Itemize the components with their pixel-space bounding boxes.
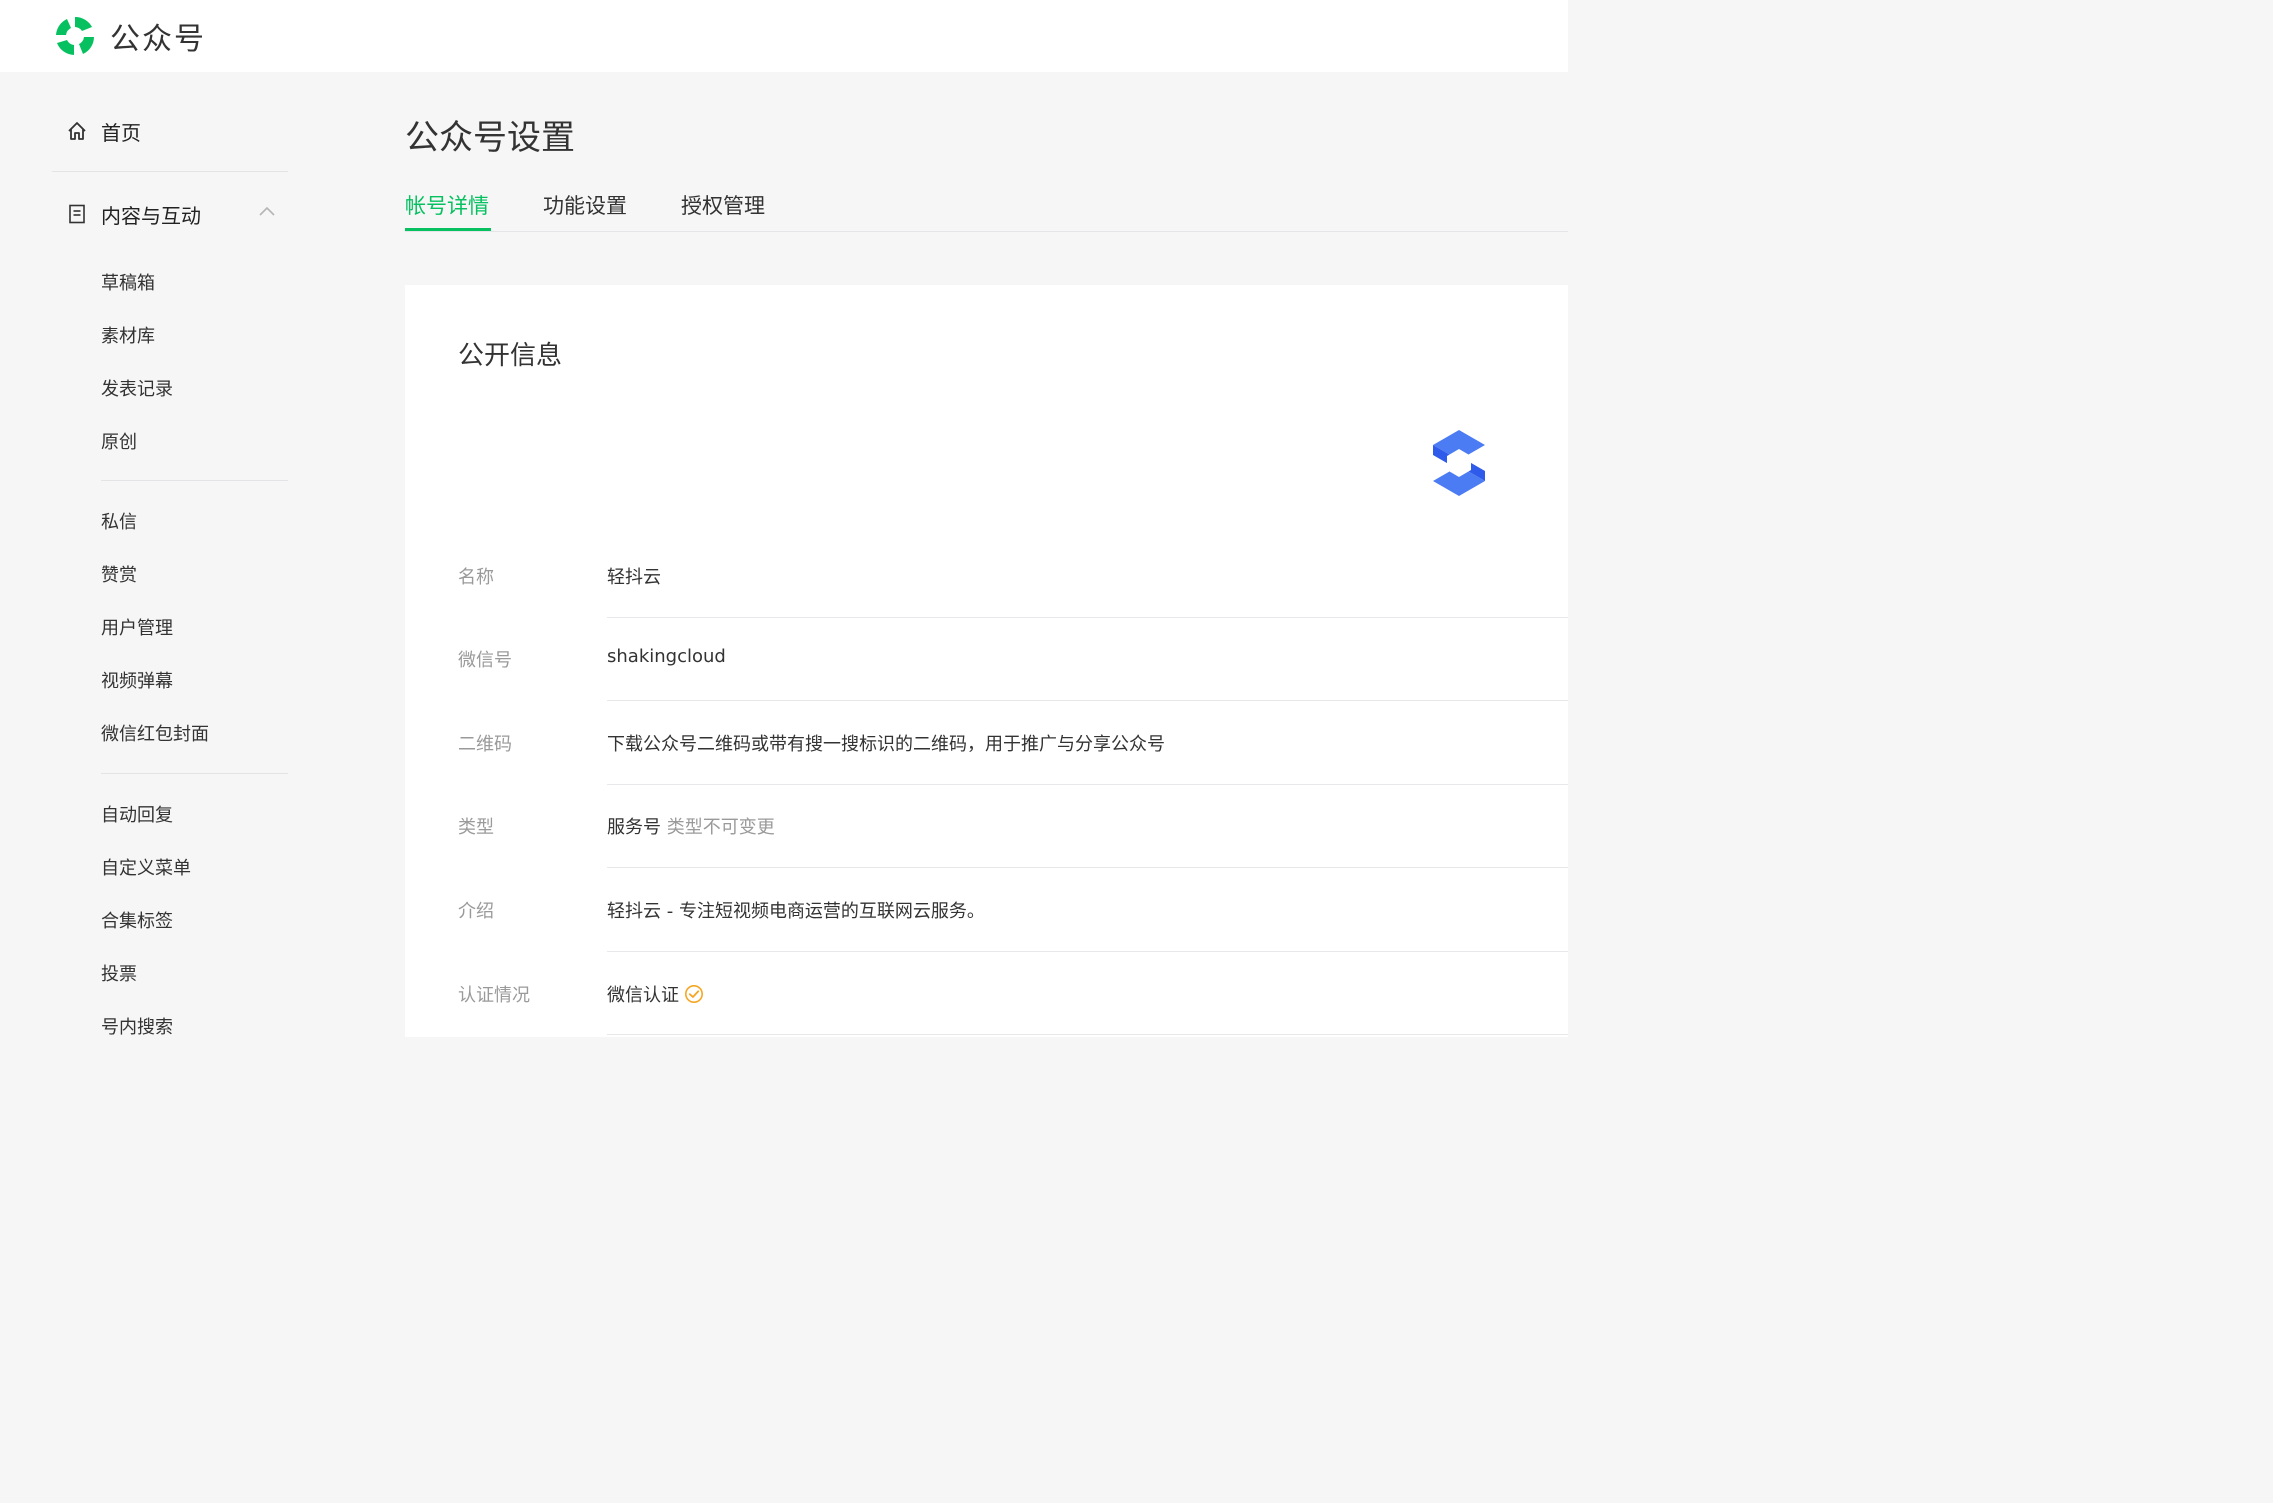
wechat-official-account-logo[interactable] (52, 13, 98, 59)
chevron-up-icon[interactable] (258, 205, 276, 217)
row-label-name: 名称 (458, 567, 494, 588)
top-bar: 公众号 (0, 0, 1568, 72)
tabs-divider (405, 231, 1568, 232)
sidebar-item-messages[interactable]: 私信 (101, 508, 137, 534)
row-divider (607, 784, 1568, 785)
row-divider (607, 617, 1568, 618)
row-label-type: 类型 (458, 817, 494, 838)
row-label-qrcode: 二维码 (458, 734, 512, 755)
sidebar-item-custom-menu[interactable]: 自定义菜单 (101, 854, 191, 880)
type-row: 服务号 类型不可变更 (607, 813, 775, 839)
public-info-card: 公开信息 名称 轻抖云 微信号 shakingcloud 二维码 下载公众号二维… (405, 285, 1568, 1037)
qrcode-description: 下载公众号二维码或带有搜一搜标识的二维码，用于推广与分享公众号 (607, 734, 1165, 755)
sidebar-item-home[interactable]: 首页 (66, 116, 141, 146)
type-note: 类型不可变更 (666, 817, 775, 838)
sidebar-item-drafts[interactable]: 草稿箱 (101, 269, 155, 295)
wechat-id-value: shakingcloud (607, 646, 726, 667)
tab-account-details[interactable]: 帐号详情 (405, 190, 489, 220)
sidebar-item-original[interactable]: 原创 (101, 428, 137, 454)
row-label-verification: 认证情况 (458, 985, 530, 1006)
sidebar-item-materials[interactable]: 素材库 (101, 322, 155, 348)
sidebar-item-user-management[interactable]: 用户管理 (101, 614, 173, 640)
sidebar-item-publish-records[interactable]: 发表记录 (101, 375, 173, 401)
account-name-value: 轻抖云 (607, 567, 661, 588)
tab-feature-settings[interactable]: 功能设置 (543, 190, 627, 220)
sidebar-item-collection-tags[interactable]: 合集标签 (101, 907, 173, 933)
sidebar-item-label: 首页 (101, 120, 141, 145)
verification-row: 微信认证 (607, 981, 704, 1007)
sidebar: 首页 内容与互动 草稿箱 素材库 发表记录 原创 私信 赞赏 用户管理 视频弹幕… (0, 72, 300, 1039)
sidebar-item-video-danmaku[interactable]: 视频弹幕 (101, 667, 173, 693)
row-divider (607, 1034, 1568, 1035)
sidebar-item-rewards[interactable]: 赞赏 (101, 561, 137, 587)
sidebar-group-label: 内容与互动 (101, 203, 201, 228)
sidebar-group-content[interactable]: 内容与互动 (66, 199, 201, 229)
section-title: 公开信息 (458, 341, 563, 371)
intro-value: 轻抖云 - 专注短视频电商运营的互联网云服务。 (607, 901, 985, 922)
sidebar-item-red-packet-cover[interactable]: 微信红包封面 (101, 720, 209, 746)
account-type-value: 服务号 (607, 817, 661, 838)
sidebar-divider (101, 773, 288, 774)
sidebar-item-vote[interactable]: 投票 (101, 960, 137, 986)
row-divider (607, 951, 1568, 952)
page-title: 公众号设置 (405, 118, 575, 158)
row-label-wechat-id: 微信号 (458, 650, 512, 671)
sidebar-item-in-account-search[interactable]: 号内搜索 (101, 1013, 173, 1039)
sidebar-divider (52, 171, 288, 172)
row-divider (607, 867, 1568, 868)
verification-value: 微信认证 (607, 985, 679, 1006)
shakingcloud-logo[interactable] (1427, 428, 1491, 498)
brand-name: 公众号 (110, 22, 206, 57)
sidebar-item-auto-reply[interactable]: 自动回复 (101, 801, 173, 827)
tab-authorization[interactable]: 授权管理 (681, 190, 765, 220)
verified-check-icon (685, 985, 703, 1003)
row-divider (607, 700, 1568, 701)
document-icon (69, 204, 85, 224)
sidebar-divider (101, 480, 288, 481)
row-label-intro: 介绍 (458, 901, 494, 922)
home-icon (68, 122, 86, 140)
